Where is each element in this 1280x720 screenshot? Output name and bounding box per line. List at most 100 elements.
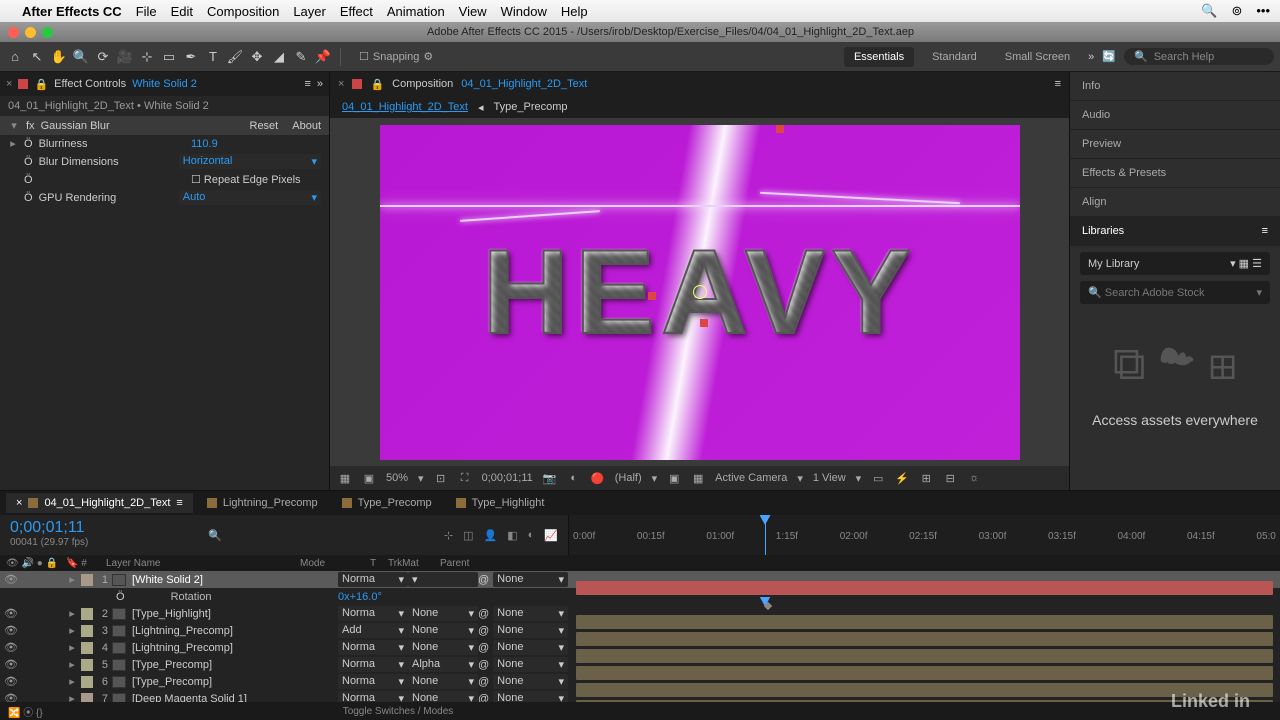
snapshot-icon[interactable]: 📷 [543,472,557,485]
parent-dropdown[interactable]: None ▾ [493,657,568,672]
ec-layer-name[interactable]: White Solid 2 [132,78,197,90]
current-time[interactable]: 0;00;01;11 [482,472,533,484]
blend-mode-dropdown[interactable]: Norma ▾ [338,640,408,655]
menu-view[interactable]: View [459,4,487,19]
comp-viewer[interactable]: HEAVY [330,118,1069,466]
panel-effects-presets[interactable]: Effects & Presets [1070,159,1280,188]
time-ruler[interactable]: 0:00f00:15f01:00f1:15f02:00f02:15f03:00f… [568,515,1280,555]
resolution-dropdown[interactable]: (Half) [615,472,642,484]
type-tool-icon[interactable]: T [204,48,222,66]
breadcrumb-root[interactable]: 04_01_Highlight_2D_Text [342,101,468,113]
layer-bar[interactable] [576,615,1273,629]
blend-mode-dropdown[interactable]: Norma ▾ [338,657,408,672]
twirl-icon[interactable]: ▸ [8,137,18,150]
blend-mode-dropdown[interactable]: Add ▾ [338,623,408,638]
grid-icon[interactable]: ▦ [338,472,352,485]
pixel-aspect-icon[interactable]: ▭ [871,472,885,485]
stopwatch-icon[interactable]: Ö [24,138,33,150]
layer-bar[interactable] [576,649,1273,663]
graph-editor-icon[interactable]: 📈 [544,529,558,542]
workspace-essentials[interactable]: Essentials [844,47,914,67]
transform-handle[interactable] [700,319,708,327]
menu-edit[interactable]: Edit [171,4,193,19]
layer-bar[interactable] [576,666,1273,680]
timeline-tab[interactable]: Type_Precomp [332,493,442,513]
shy-icon[interactable]: 👤 [484,529,498,542]
label-color[interactable] [81,608,93,620]
menu-layer[interactable]: Layer [293,4,326,19]
eye-icon[interactable]: 👁 [4,607,16,620]
current-time-indicator[interactable] [765,515,766,555]
blend-mode-dropdown[interactable]: Norma ▾ [338,572,408,587]
lock-icon[interactable]: 🔒 [370,78,384,91]
workspace-overflow-icon[interactable]: » [1088,51,1094,63]
guides-icon[interactable]: ▣ [667,472,681,485]
trkmat-dropdown[interactable]: Alpha ▾ [408,657,478,672]
panel-audio[interactable]: Audio [1070,101,1280,130]
trkmat-dropdown[interactable]: ▾ [408,572,478,587]
blur-dim-dropdown[interactable]: Horizontal▾ [179,154,321,169]
comp-name[interactable]: 04_01_Highlight_2D_Text [461,78,587,90]
twirl-icon[interactable]: ▸ [66,641,78,654]
pickwhip-icon[interactable]: @ [478,693,489,703]
label-color[interactable] [81,574,93,586]
label-color[interactable] [81,642,93,654]
trkmat-dropdown[interactable]: None ▾ [408,674,478,689]
exposure-icon[interactable]: ☼ [967,472,981,484]
transform-handle[interactable] [776,125,784,133]
gpu-dropdown[interactable]: Auto▾ [179,190,321,205]
twirl-icon[interactable]: ▸ [66,624,78,637]
lock-icon[interactable]: 🔒 [34,78,48,91]
menu-animation[interactable]: Animation [387,4,445,19]
clone-tool-icon[interactable]: ✥ [248,48,266,66]
eye-icon[interactable]: 👁 [4,658,16,671]
spotlight-icon[interactable]: 🔍 [1201,3,1217,19]
timeline-icon[interactable]: ⊞ [919,472,933,485]
brush-tool-icon[interactable]: 🖌 [226,48,244,66]
view-dropdown[interactable]: 1 View [813,472,846,484]
parent-dropdown[interactable]: None ▾ [493,640,568,655]
home-icon[interactable]: ⌂ [6,48,24,66]
panel-menu-icon[interactable]: ≡ [304,78,310,90]
close-tab-icon[interactable]: × [6,78,12,90]
pickwhip-icon[interactable]: @ [478,676,489,688]
layer-name[interactable]: [Lightning_Precomp] [130,625,338,637]
close-window-icon[interactable] [8,27,19,38]
resolution-icon[interactable]: ⊡ [434,472,448,485]
workspace-standard[interactable]: Standard [922,47,987,67]
layer-name[interactable]: [White Solid 2] [130,574,338,586]
menu-window[interactable]: Window [501,4,547,19]
close-tab-icon[interactable]: × [338,78,344,90]
pickwhip-icon[interactable]: @ [478,574,489,586]
reset-link[interactable]: Reset [250,120,279,132]
flowchart-icon[interactable]: ⊟ [943,472,957,485]
layer-bar[interactable] [576,632,1273,646]
repeat-edge-checkbox[interactable]: ☐ Repeat Edge Pixels [191,173,321,186]
timeline-tab[interactable]: Type_Highlight [446,493,555,513]
panel-preview[interactable]: Preview [1070,130,1280,159]
trkmat-dropdown[interactable]: None ▾ [408,691,478,702]
camera-tool-icon[interactable]: 🎥 [116,48,134,66]
app-name[interactable]: After Effects CC [22,4,122,19]
layer-name[interactable]: [Deep Magenta Solid 1] [130,693,338,703]
panel-overflow-icon[interactable]: » [317,78,323,90]
timeline-tab[interactable]: Lightning_Precomp [197,493,328,513]
mask-icon[interactable]: ▦ [691,472,705,485]
blend-mode-dropdown[interactable]: Norma ▾ [338,691,408,702]
roi-icon[interactable]: ⛶ [458,472,472,485]
parent-dropdown[interactable]: None ▾ [493,572,568,587]
roto-tool-icon[interactable]: ✎ [292,48,310,66]
sync-icon[interactable]: 🔄 [1102,50,1116,63]
mask-tool-icon[interactable]: ▭ [160,48,178,66]
toggle-switches-button[interactable]: Toggle Switches / Modes [343,706,454,717]
layer-bar[interactable] [576,581,1273,595]
trkmat-dropdown[interactable]: None ▾ [408,640,478,655]
panel-align[interactable]: Align [1070,188,1280,217]
parent-dropdown[interactable]: None ▾ [493,674,568,689]
eye-icon[interactable]: 👁 [4,641,16,654]
twirl-icon[interactable]: ▸ [66,675,78,688]
parent-dropdown[interactable]: None ▾ [493,606,568,621]
pickwhip-icon[interactable]: @ [478,608,489,620]
workspace-small-screen[interactable]: Small Screen [995,47,1080,67]
eye-icon[interactable]: 👁 [4,675,16,688]
